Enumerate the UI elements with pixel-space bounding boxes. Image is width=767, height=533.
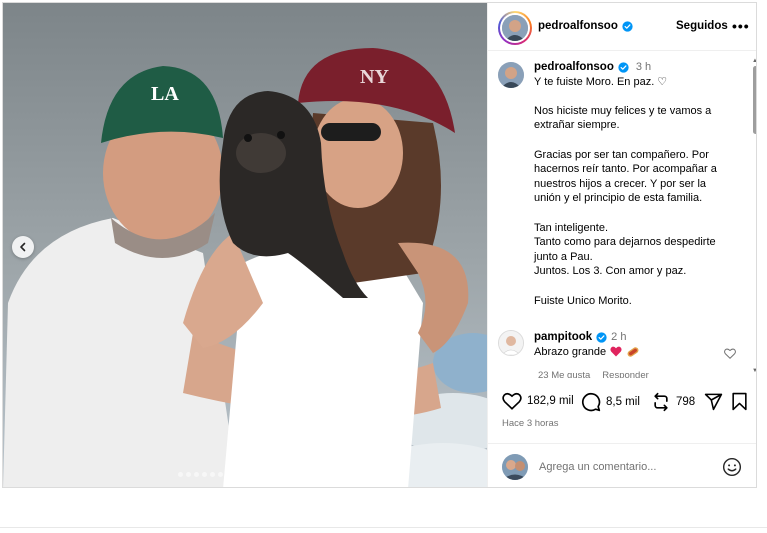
verified-icon bbox=[618, 62, 629, 73]
caption-line: Gracias por ser tan compañero. Por bbox=[534, 148, 709, 161]
post-side-panel: pedroalfonsoo Seguidos ••• pedroalfonsoo… bbox=[487, 3, 756, 487]
author-username[interactable]: pedroalfonsoo bbox=[538, 20, 618, 32]
scroll-thumb[interactable] bbox=[753, 66, 756, 134]
like-count: 182,9 mil bbox=[527, 395, 574, 407]
carousel-dot bbox=[258, 472, 263, 477]
carousel-prev-button[interactable] bbox=[12, 236, 34, 258]
comment-like-heart-icon[interactable] bbox=[724, 348, 736, 359]
add-comment-bar bbox=[488, 443, 756, 487]
carousel-dot bbox=[178, 472, 183, 477]
post-photo[interactable]: LA NY bbox=[3, 3, 487, 487]
scroll-up-arrow[interactable]: ▲ bbox=[752, 58, 756, 64]
caption-author-avatar[interactable] bbox=[498, 62, 524, 88]
svg-text:LA: LA bbox=[151, 83, 179, 105]
caption-line: Fuiste Unico Morito. bbox=[534, 294, 632, 307]
caption-line: Juntos. Los 3. Con amor y paz. bbox=[534, 265, 687, 278]
carousel-dot bbox=[274, 472, 279, 477]
caption-line: unión y el principio de esta familia. bbox=[534, 192, 703, 205]
comment-button[interactable]: 8,5 mil bbox=[581, 392, 640, 412]
caption-line: Y te fuiste Moro. En paz. ♡ bbox=[534, 75, 668, 88]
caption-line: Nos hiciste muy felices y te vamos a bbox=[534, 104, 712, 117]
comment-reply-button[interactable]: Responder bbox=[602, 370, 648, 378]
caption-line: junto a Pau. bbox=[534, 250, 593, 263]
carousel-dot bbox=[250, 472, 255, 477]
caption-paragraph: Y te fuiste Moro. En paz. ♡ bbox=[534, 75, 748, 90]
instagram-post: LA NY pedroalfonsoo Seguidos ••• pedroal… bbox=[2, 2, 757, 488]
author-avatar[interactable] bbox=[498, 11, 532, 45]
red-heart-emoji-icon bbox=[610, 347, 622, 357]
add-comment-input[interactable] bbox=[539, 459, 709, 475]
carousel-dot bbox=[202, 472, 207, 477]
emoji-icon[interactable] bbox=[722, 457, 742, 477]
share-button[interactable] bbox=[704, 392, 723, 411]
comment-like-count[interactable]: 23 Me gusta bbox=[538, 370, 590, 378]
avatar-image bbox=[498, 62, 524, 88]
chevron-left-icon bbox=[20, 242, 26, 252]
carousel-dot bbox=[226, 472, 231, 477]
caption-paragraph: Tan inteligente. Tanto como para dejarnos… bbox=[534, 221, 748, 279]
more-options-icon[interactable]: ••• bbox=[732, 18, 750, 34]
avatar-image bbox=[499, 331, 523, 355]
caption-time[interactable]: 3 h bbox=[636, 60, 651, 75]
save-button[interactable] bbox=[731, 392, 748, 411]
carousel-dot bbox=[306, 472, 311, 477]
hotdog-emoji-icon bbox=[627, 347, 639, 357]
carousel-dot bbox=[298, 472, 303, 477]
bookmark-icon bbox=[732, 392, 747, 411]
carousel-dot bbox=[266, 472, 271, 477]
page-divider bbox=[0, 527, 767, 528]
repost-button[interactable]: 798 bbox=[651, 392, 695, 412]
share-icon bbox=[704, 393, 723, 411]
carousel-dot bbox=[290, 472, 295, 477]
comment-author-avatar[interactable] bbox=[498, 330, 524, 356]
comments-list[interactable]: pedroalfonsoo 3 h Y te fuiste Moro. En p… bbox=[488, 52, 752, 378]
comment-username[interactable]: pampitook bbox=[534, 330, 592, 345]
photo-image: LA NY bbox=[3, 3, 487, 487]
comment-count: 8,5 mil bbox=[606, 396, 640, 408]
like-button[interactable]: 182,9 mil bbox=[502, 392, 574, 410]
avatar-image bbox=[502, 454, 528, 480]
caption-line: extrañar siempre. bbox=[534, 119, 620, 132]
carousel-indicator bbox=[178, 472, 311, 477]
top-comment: pampitook 2 h Abrazo grande 23 Me gusta … bbox=[498, 328, 750, 378]
post-header: pedroalfonsoo Seguidos ••• bbox=[488, 3, 756, 51]
repost-icon bbox=[654, 392, 668, 412]
caption-line: hacernos reír tanto. Por acompañar a bbox=[534, 163, 717, 176]
caption-text: Y te fuiste Moro. En paz. ♡ Nos hiciste m… bbox=[534, 75, 748, 309]
carousel-dot bbox=[186, 472, 191, 477]
comment-text: Abrazo grande bbox=[534, 345, 607, 358]
caption-username[interactable]: pedroalfonsoo bbox=[534, 60, 614, 75]
post-date[interactable]: Hace 3 horas bbox=[502, 418, 559, 429]
carousel-dot bbox=[282, 472, 287, 477]
carousel-dot bbox=[234, 472, 239, 477]
carousel-dot bbox=[218, 472, 223, 477]
caption-paragraph: Fuiste Unico Morito. bbox=[534, 294, 748, 309]
heart-icon bbox=[502, 392, 522, 410]
comments-scrollbar[interactable]: ▲ ▼ bbox=[752, 58, 756, 376]
avatar-image bbox=[502, 15, 528, 41]
caption-line: Tanto como para dejarnos despedirte bbox=[534, 236, 716, 249]
comment-icon bbox=[581, 392, 601, 412]
caption-paragraph: Gracias por ser tan compañero. Por hacern… bbox=[534, 148, 748, 206]
caption-paragraph: Nos hiciste muy felices y te vamos a extr… bbox=[534, 104, 748, 133]
carousel-dot bbox=[210, 472, 215, 477]
carousel-dot bbox=[194, 472, 199, 477]
caption-line: Tan inteligente. bbox=[534, 221, 608, 234]
carousel-dot bbox=[242, 472, 247, 477]
svg-text:NY: NY bbox=[360, 66, 389, 88]
repost-count: 798 bbox=[676, 396, 696, 408]
post-actions: 182,9 mil 8,5 mil 798 bbox=[488, 384, 756, 422]
caption-line: nuestros hijos a crecer. Y por ser la bbox=[534, 177, 707, 190]
following-button[interactable]: Seguidos bbox=[676, 20, 728, 32]
current-user-avatar bbox=[502, 454, 528, 480]
comment-time[interactable]: 2 h bbox=[611, 330, 626, 345]
verified-icon bbox=[622, 20, 633, 32]
verified-icon bbox=[596, 332, 607, 343]
scroll-down-arrow[interactable]: ▼ bbox=[752, 368, 756, 374]
